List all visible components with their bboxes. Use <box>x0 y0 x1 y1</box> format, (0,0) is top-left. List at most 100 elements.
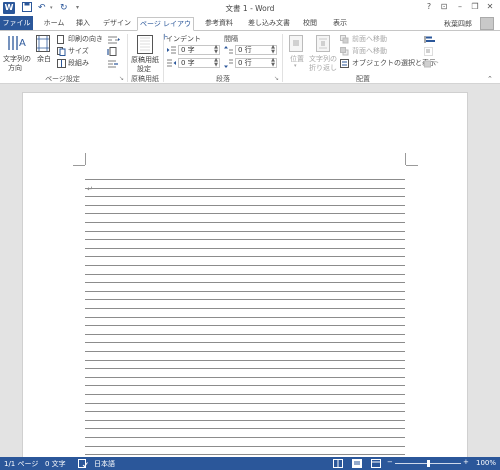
line-numbers-icon[interactable] <box>107 47 121 58</box>
breaks-icon[interactable] <box>107 35 121 46</box>
space-after-input[interactable]: 0 行 ▲ ▼ <box>235 58 277 68</box>
tab-home[interactable]: ホーム <box>40 17 68 31</box>
language-label[interactable]: 日本語 <box>94 459 115 469</box>
svg-text:A: A <box>19 38 26 49</box>
help-button[interactable]: ? <box>423 1 435 13</box>
web-layout-icon[interactable] <box>371 459 381 470</box>
genko-line <box>85 291 405 292</box>
indent-left-icon <box>167 46 176 57</box>
bring-forward-icon[interactable] <box>340 35 349 46</box>
genko-line <box>85 437 405 438</box>
wrap-text-icon[interactable] <box>316 35 330 54</box>
tab-file[interactable]: ファイル <box>0 16 33 31</box>
word-count[interactable]: 0 文字 <box>45 459 66 469</box>
space-after-value: 0 行 <box>238 59 252 67</box>
tab-mailings[interactable]: 差し込み文書 <box>243 17 295 31</box>
document-area[interactable]: ↵ <box>0 84 500 462</box>
orientation-label[interactable]: 印刷の向き <box>68 34 103 44</box>
genko-line <box>85 239 405 240</box>
page-setup-group-label: ページ設定 <box>45 75 80 83</box>
position-icon[interactable] <box>289 35 303 54</box>
tab-insert[interactable]: 挿入 <box>72 17 94 31</box>
print-layout-icon[interactable] <box>352 459 362 470</box>
page-setup-launcher-icon[interactable]: ↘ <box>119 75 124 82</box>
position-label[interactable]: 位置 <box>290 54 304 64</box>
genko-line <box>85 213 405 214</box>
genko-line <box>85 282 405 283</box>
user-name[interactable]: 秋葉四郎 <box>444 19 472 29</box>
genko-line <box>85 351 405 352</box>
genko-line <box>85 454 405 455</box>
vertical-scrollbar[interactable] <box>491 86 499 452</box>
zoom-slider-thumb[interactable] <box>427 460 430 467</box>
selection-pane-icon[interactable] <box>340 59 349 70</box>
collapse-ribbon-icon[interactable]: ⌃ <box>487 75 493 83</box>
send-backward-icon[interactable] <box>340 47 349 58</box>
user-avatar[interactable] <box>480 17 494 30</box>
document-page[interactable]: ↵ <box>22 92 468 462</box>
genko-line <box>85 342 405 343</box>
page-count[interactable]: 1/1 ページ <box>4 459 38 469</box>
genko-line <box>85 411 405 412</box>
genko-line <box>85 308 405 309</box>
size-icon[interactable] <box>57 47 66 58</box>
zoom-in-button[interactable]: + <box>463 458 469 466</box>
text-direction-label-2[interactable]: 方向 <box>8 63 22 73</box>
minimize-button[interactable]: – <box>454 1 466 13</box>
ribbon-display-button[interactable]: ⊡ <box>438 1 450 13</box>
size-label[interactable]: サイズ <box>68 46 89 56</box>
space-before-input[interactable]: 0 行 ▲ ▼ <box>235 45 277 55</box>
genko-line <box>85 368 405 369</box>
zoom-level[interactable]: 100% <box>476 459 496 467</box>
tab-references[interactable]: 参考資料 <box>199 17 239 31</box>
arrange-group-label: 配置 <box>356 75 370 83</box>
space-after-spinner-icon[interactable]: ▲ ▼ <box>271 58 275 68</box>
paragraph-group-label: 段落 <box>216 75 230 83</box>
wrap-text-label-2[interactable]: 折り返し <box>309 63 337 73</box>
restore-button[interactable]: ❐ <box>469 1 481 13</box>
group-objects-icon[interactable] <box>424 47 440 58</box>
paragraph-mark-icon: ↵ <box>87 185 93 193</box>
title-bar: W ↶ ▾ ↻ ▾ 文書 1 - Word ? ⊡ – ❐ ✕ <box>0 0 500 16</box>
space-before-spinner-icon[interactable]: ▲ ▼ <box>271 45 275 55</box>
genko-line <box>85 188 405 189</box>
close-button[interactable]: ✕ <box>484 1 496 13</box>
crop-mark <box>73 165 85 166</box>
rotate-icon[interactable] <box>424 59 440 70</box>
read-mode-icon[interactable] <box>333 459 343 470</box>
genko-line <box>85 325 405 326</box>
text-direction-icon[interactable]: A <box>6 34 26 54</box>
genko-settings-icon[interactable] <box>137 35 153 56</box>
zoom-out-button[interactable]: − <box>387 458 393 466</box>
align-icon[interactable] <box>424 35 440 46</box>
tab-review[interactable]: 校閲 <box>298 17 322 31</box>
columns-label[interactable]: 段組み <box>68 58 89 68</box>
genko-line <box>85 274 405 275</box>
columns-icon[interactable] <box>57 59 66 70</box>
genko-line <box>85 205 405 206</box>
paragraph-launcher-icon[interactable]: ↘ <box>274 75 279 82</box>
space-before-value: 0 行 <box>238 46 252 54</box>
genko-line <box>85 385 405 386</box>
indent-left-spinner-icon[interactable]: ▲ ▼ <box>214 45 218 55</box>
margins-icon[interactable] <box>36 35 50 54</box>
indent-right-input[interactable]: 0 字 ▲ ▼ <box>178 58 220 68</box>
ribbon-tab-row: ファイル ホーム 挿入 デザイン ページ レイアウト 参考資料 差し込み文書 校… <box>0 16 500 41</box>
position-dropdown-icon[interactable]: ▾ <box>294 63 297 69</box>
genko-button-label-2[interactable]: 設定 <box>137 64 151 74</box>
tab-page-layout[interactable]: ページ レイアウト <box>137 17 194 41</box>
hyphenation-icon[interactable] <box>107 59 121 70</box>
tab-view[interactable]: 表示 <box>328 17 352 31</box>
orientation-icon[interactable] <box>57 35 66 46</box>
send-backward-label[interactable]: 背面へ移動 <box>352 46 387 56</box>
genko-line <box>85 420 405 421</box>
indent-left-input[interactable]: 0 字 ▲ ▼ <box>178 45 220 55</box>
proofing-icon[interactable] <box>78 459 88 470</box>
genko-line <box>85 222 405 223</box>
tab-design[interactable]: デザイン <box>100 17 134 31</box>
crop-mark <box>85 153 86 165</box>
indent-right-spinner-icon[interactable]: ▲ ▼ <box>214 58 218 68</box>
margins-label[interactable]: 余白 <box>37 54 51 64</box>
bring-forward-label[interactable]: 前面へ移動 <box>352 34 387 44</box>
genko-line <box>85 231 405 232</box>
